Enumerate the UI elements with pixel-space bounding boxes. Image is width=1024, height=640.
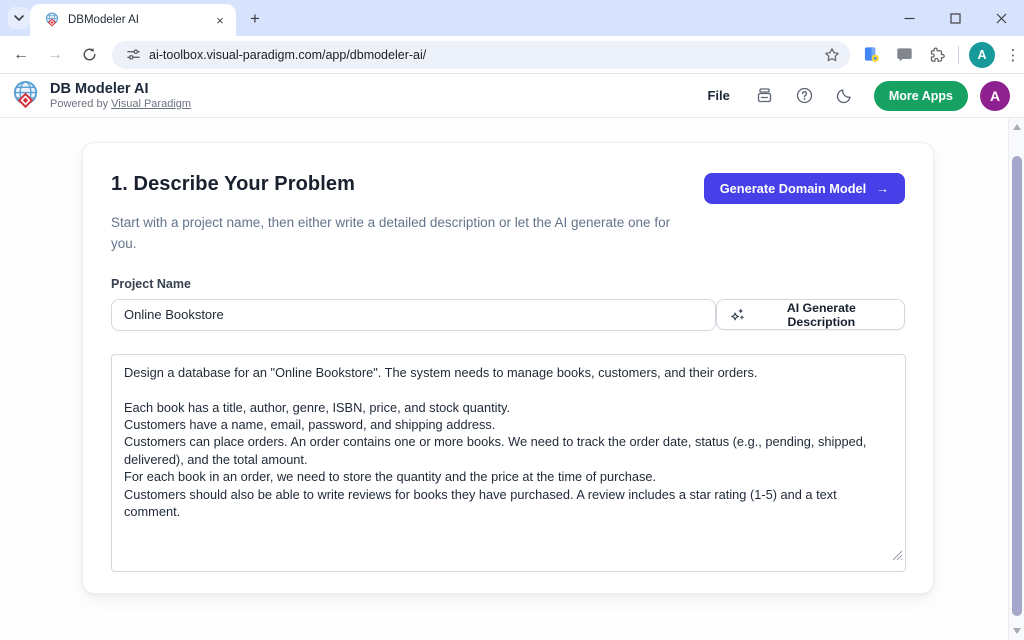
app-user-avatar[interactable]: A	[980, 81, 1010, 111]
dark-mode-toggle[interactable]	[830, 81, 860, 111]
section-subtitle: Start with a project name, then either w…	[111, 213, 696, 255]
browser-menu-button[interactable]: ⋮	[1003, 43, 1023, 67]
password-manager-glyph	[863, 46, 880, 63]
maximize-icon	[950, 13, 961, 24]
side-panel-icon[interactable]	[892, 43, 916, 67]
scroll-down-icon[interactable]	[1013, 628, 1021, 634]
reload-button[interactable]	[76, 42, 102, 68]
tab-title: DBModeler AI	[68, 14, 212, 26]
scrollbar-thumb[interactable]	[1012, 156, 1022, 616]
project-name-label: Project Name	[111, 277, 905, 291]
help-button[interactable]	[790, 81, 820, 111]
header-actions: File More Apps	[697, 81, 1014, 111]
tab-strip: DBModeler AI × +	[0, 0, 1024, 36]
browser-tab[interactable]: DBModeler AI ×	[30, 4, 236, 36]
close-icon	[996, 13, 1007, 24]
toolbar-divider	[958, 46, 959, 64]
app-name: DB Modeler AI	[50, 81, 191, 98]
card-header-row: 1. Describe Your Problem Generate Domain…	[111, 173, 905, 204]
page-scrollbar[interactable]	[1008, 118, 1024, 640]
describe-problem-card: 1. Describe Your Problem Generate Domain…	[82, 142, 934, 594]
question-circle-icon	[796, 87, 813, 104]
visual-paradigm-favicon	[44, 12, 60, 28]
browser-toolbar: ← → ai-toolbox.visual-paradigm.com/app/d…	[0, 36, 1024, 74]
project-name-row: AI Generate Description	[111, 299, 905, 331]
bookmark-star-icon[interactable]	[824, 47, 840, 63]
close-window-button[interactable]	[978, 0, 1024, 36]
project-name-input[interactable]	[111, 299, 716, 331]
visual-paradigm-logo	[10, 80, 41, 111]
powered-by-prefix: Powered by	[50, 98, 111, 110]
minimize-icon	[904, 13, 915, 24]
app-header: DB Modeler AI Powered by Visual Paradigm…	[0, 74, 1024, 118]
scroll-up-icon[interactable]	[1013, 124, 1021, 130]
tab-search-button[interactable]	[8, 7, 30, 29]
powered-by: Powered by Visual Paradigm	[50, 98, 191, 111]
address-bar[interactable]: ai-toolbox.visual-paradigm.com/app/dbmod…	[112, 41, 850, 69]
file-menu[interactable]: File	[697, 82, 739, 109]
app-title-block: DB Modeler AI Powered by Visual Paradigm	[50, 81, 191, 110]
print-button[interactable]	[750, 81, 780, 111]
page-content: 1. Describe Your Problem Generate Domain…	[0, 118, 1024, 640]
ai-generate-description-button[interactable]: AI Generate Description	[716, 299, 905, 330]
minimize-button[interactable]	[886, 0, 932, 36]
arrow-right-icon: →	[876, 181, 889, 196]
url-text[interactable]: ai-toolbox.visual-paradigm.com/app/dbmod…	[149, 48, 824, 62]
new-tab-button[interactable]: +	[244, 8, 266, 30]
back-button[interactable]: ←	[8, 42, 34, 68]
tab-close-button[interactable]: ×	[212, 12, 228, 28]
generate-domain-model-button[interactable]: Generate Domain Model →	[704, 173, 905, 204]
side-panel-glyph	[896, 46, 913, 63]
description-textarea[interactable]: Design a database for an "Online Booksto…	[111, 354, 906, 572]
browser-window: DBModeler AI × + ← →	[0, 0, 1024, 640]
chevron-down-icon	[13, 12, 25, 24]
maximize-button[interactable]	[932, 0, 978, 36]
site-info-icon[interactable]	[126, 47, 141, 62]
generate-button-label: Generate Domain Model	[720, 181, 866, 196]
browser-profile-avatar[interactable]: A	[969, 42, 995, 68]
ai-generate-label: AI Generate Description	[752, 301, 891, 329]
password-manager-icon[interactable]	[859, 43, 883, 67]
section-title: 1. Describe Your Problem	[111, 173, 355, 196]
sparkles-icon	[730, 307, 745, 322]
forward-button: →	[42, 42, 68, 68]
printer-icon	[756, 87, 773, 104]
more-apps-button[interactable]: More Apps	[874, 81, 968, 111]
puzzle-piece-glyph	[929, 46, 946, 63]
reload-icon	[82, 47, 97, 62]
moon-icon	[836, 87, 853, 104]
extensions-icon[interactable]	[925, 43, 949, 67]
visual-paradigm-link[interactable]: Visual Paradigm	[111, 98, 191, 110]
window-controls	[886, 0, 1024, 36]
